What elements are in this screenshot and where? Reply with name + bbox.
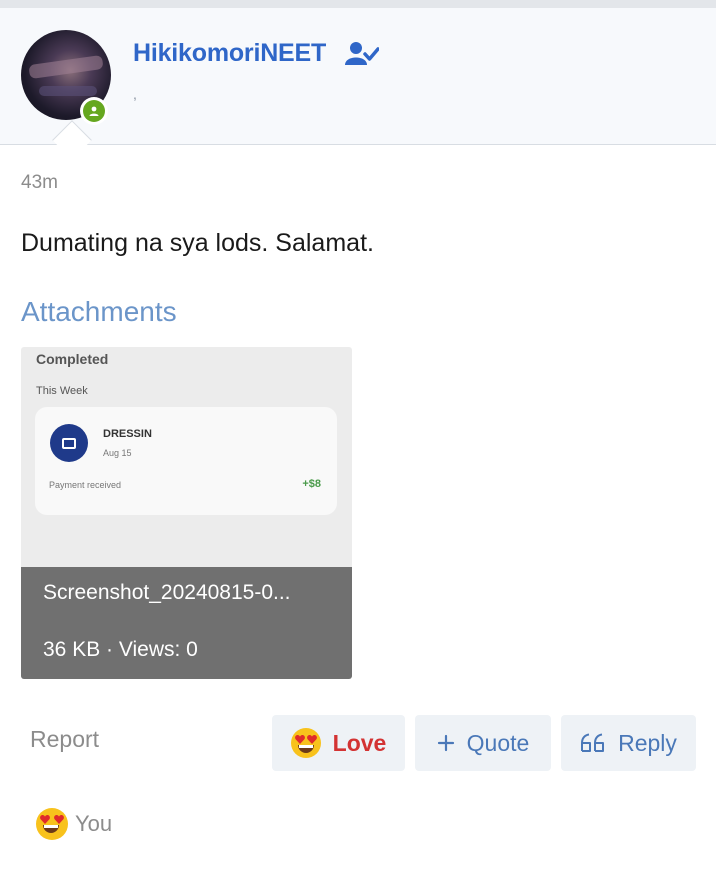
post-timestamp[interactable]: 43m [21, 172, 58, 194]
reply-button[interactable]: Reply [561, 715, 696, 771]
quote-button[interactable]: Quote [415, 715, 551, 771]
love-reaction-button[interactable]: Love [272, 715, 405, 771]
store-icon [50, 424, 88, 462]
message-user-header: HikikomoriNEET , [0, 8, 716, 145]
reply-button-label: Reply [618, 729, 677, 756]
attachment-info-overlay: Screenshot_20240815-0... 36 KB · Views: … [21, 567, 352, 679]
reaction-user-list: You [75, 811, 113, 836]
love-button-label: Love [332, 729, 387, 756]
heart-eyes-icon [290, 728, 321, 758]
online-status-icon [80, 97, 108, 125]
attachment-thumbnail[interactable]: Completed This Week DRESSIN Aug 15 Payme… [21, 347, 352, 679]
thumbnail-heading: Completed [36, 351, 109, 367]
username-link[interactable]: HikikomoriNEET [133, 39, 326, 68]
user-verified-icon [345, 42, 379, 65]
attachments-heading: Attachments [21, 296, 177, 327]
thumbnail-status: Payment received [49, 480, 122, 490]
attachment-file-name[interactable]: Screenshot_20240815-0... [43, 581, 291, 605]
quote-marks-icon [580, 733, 606, 753]
thumbnail-merchant: DRESSIN [103, 428, 152, 440]
user-title: , [133, 86, 137, 102]
post-message-body: Dumating na sya lods. Salamat. [21, 229, 374, 257]
thumbnail-transaction-card: DRESSIN Aug 15 Payment received +$8 [35, 407, 337, 515]
quote-button-label: Quote [466, 729, 530, 756]
thumbnail-date: Aug 15 [103, 448, 132, 458]
attachment-meta: 36 KB · Views: 0 [43, 638, 198, 661]
thumbnail-amount: +$8 [302, 478, 321, 490]
top-divider [0, 0, 716, 8]
reaction-summary[interactable]: You [36, 808, 112, 840]
heart-eyes-icon [36, 808, 68, 840]
plus-icon [437, 734, 455, 752]
thumbnail-subheading: This Week [36, 385, 88, 397]
report-link[interactable]: Report [30, 726, 99, 753]
